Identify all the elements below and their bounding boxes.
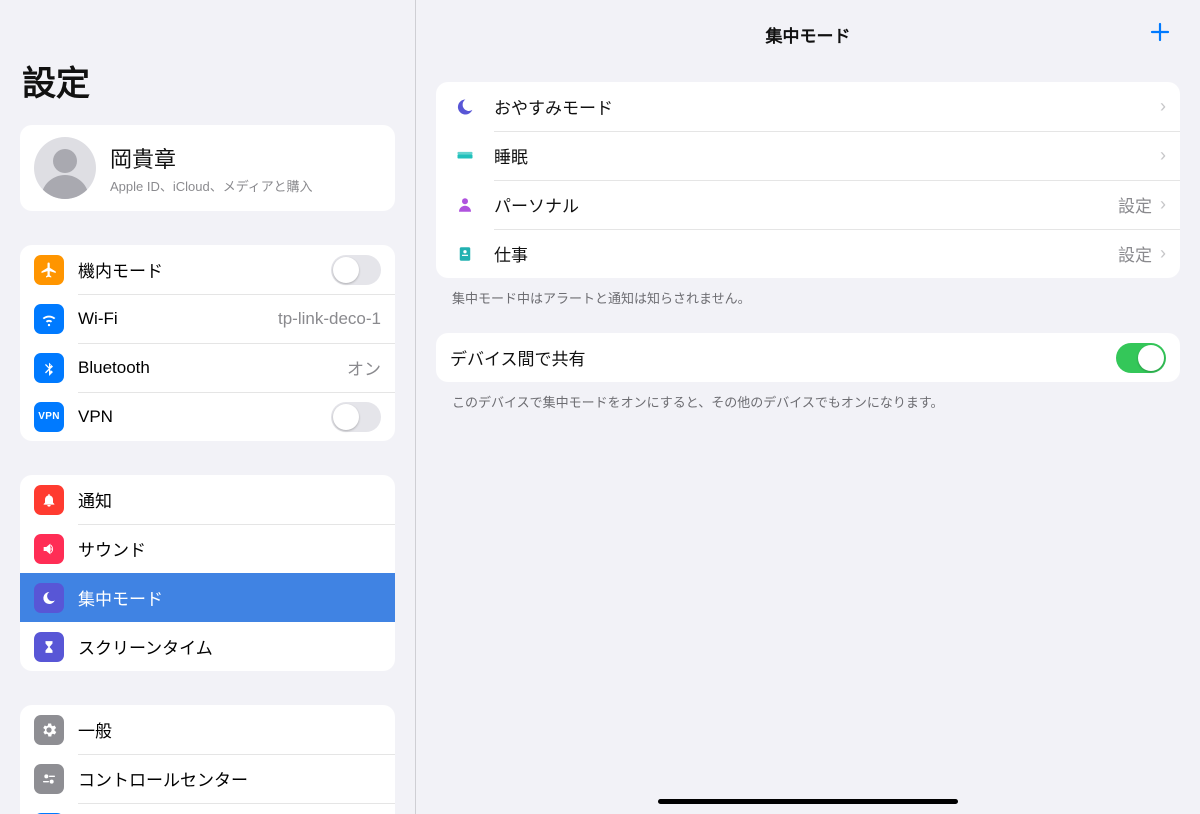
chevron-right-icon: ›: [1160, 145, 1166, 166]
vpn-toggle[interactable]: [331, 402, 381, 432]
chevron-right-icon: ›: [1160, 243, 1166, 264]
sidebar-group-alerts: 通知 サウンド 集中モード スクリーンタイム: [20, 475, 395, 671]
share-label: デバイス間で共有: [450, 345, 1116, 370]
sidebar-item-label: 通知: [78, 487, 381, 512]
wifi-icon: [34, 304, 64, 334]
sidebar-item-bluetooth[interactable]: Bluetooth オン: [20, 343, 395, 392]
detail-title: 集中モード: [766, 22, 851, 47]
badge-icon: [450, 239, 480, 269]
focus-modes-group: おやすみモード › 睡眠 › パーソナル 設定 ›: [436, 82, 1180, 278]
detail-pane: 集中モード おやすみモード › 睡眠 ›: [416, 0, 1200, 814]
sidebar-group-connectivity: 機内モード Wi-Fi tp-link-deco-1 Bluetooth オン …: [20, 245, 395, 441]
sidebar-item-screentime[interactable]: スクリーンタイム: [20, 622, 395, 671]
sidebar-item-label: 集中モード: [78, 585, 381, 610]
sidebar-item-label: Wi-Fi: [78, 309, 270, 329]
sidebar-item-label: 一般: [78, 717, 381, 742]
sliders-icon: [34, 764, 64, 794]
focus-mode-action: 設定: [1118, 241, 1152, 266]
add-button[interactable]: [1148, 20, 1172, 44]
sidebar-item-label: コントロールセンター: [78, 766, 381, 791]
sidebar-item-label: VPN: [78, 407, 331, 427]
sidebar-item-controlcenter[interactable]: コントロールセンター: [20, 754, 395, 803]
settings-sidebar: 設定 岡貴章 Apple ID、iCloud、メディアと購入 機内モード Wi-…: [0, 0, 416, 814]
focus-footer-note: 集中モード中はアラートと通知は知らされません。: [436, 278, 1180, 307]
sidebar-item-label: Bluetooth: [78, 358, 339, 378]
sidebar-item-label: 機内モード: [78, 257, 331, 282]
speaker-icon: [34, 534, 64, 564]
chevron-right-icon: ›: [1160, 96, 1166, 117]
share-group: デバイス間で共有: [436, 333, 1180, 382]
airplane-icon: [34, 255, 64, 285]
profile-name: 岡貴章: [110, 142, 313, 174]
chevron-right-icon: ›: [1160, 194, 1166, 215]
hourglass-icon: [34, 632, 64, 662]
bluetooth-value: オン: [347, 355, 381, 380]
sidebar-item-focus[interactable]: 集中モード: [20, 573, 395, 622]
sidebar-item-vpn[interactable]: VPN VPN: [20, 392, 395, 441]
focus-mode-label: 仕事: [494, 241, 1118, 266]
share-footer-note: このデバイスで集中モードをオンにすると、その他のデバイスでもオンになります。: [436, 382, 1180, 411]
bell-icon: [34, 485, 64, 515]
sidebar-item-wifi[interactable]: Wi-Fi tp-link-deco-1: [20, 294, 395, 343]
moon-icon: [34, 583, 64, 613]
sidebar-item-label: スクリーンタイム: [78, 634, 381, 659]
focus-mode-label: おやすみモード: [494, 94, 1160, 119]
share-across-devices-row[interactable]: デバイス間で共有: [436, 333, 1180, 382]
sidebar-group-general: 一般 コントロールセンター 画面表示と明るさ: [20, 705, 395, 814]
avatar: [34, 137, 96, 199]
bed-icon: [450, 141, 480, 171]
settings-title: 設定: [22, 56, 395, 105]
person-icon: [450, 190, 480, 220]
detail-header: 集中モード: [416, 6, 1200, 62]
airplane-toggle[interactable]: [331, 255, 381, 285]
wifi-value: tp-link-deco-1: [278, 309, 381, 329]
sidebar-item-display[interactable]: 画面表示と明るさ: [20, 803, 395, 814]
sidebar-item-airplane[interactable]: 機内モード: [20, 245, 395, 294]
moon-icon: [450, 92, 480, 122]
vpn-icon: VPN: [34, 402, 64, 432]
sidebar-item-sound[interactable]: サウンド: [20, 524, 395, 573]
focus-mode-label: パーソナル: [494, 192, 1118, 217]
focus-mode-sleep[interactable]: 睡眠 ›: [436, 131, 1180, 180]
bluetooth-icon: [34, 353, 64, 383]
focus-mode-work[interactable]: 仕事 設定 ›: [436, 229, 1180, 278]
profile-card[interactable]: 岡貴章 Apple ID、iCloud、メディアと購入: [20, 125, 395, 211]
sidebar-item-label: サウンド: [78, 536, 381, 561]
profile-subtitle: Apple ID、iCloud、メディアと購入: [110, 176, 313, 195]
gear-icon: [34, 715, 64, 745]
focus-mode-personal[interactable]: パーソナル 設定 ›: [436, 180, 1180, 229]
share-toggle[interactable]: [1116, 343, 1166, 373]
home-indicator: [658, 799, 958, 804]
focus-mode-action: 設定: [1118, 192, 1152, 217]
sidebar-item-notifications[interactable]: 通知: [20, 475, 395, 524]
focus-mode-dnd[interactable]: おやすみモード ›: [436, 82, 1180, 131]
sidebar-item-general[interactable]: 一般: [20, 705, 395, 754]
focus-mode-label: 睡眠: [494, 143, 1160, 168]
